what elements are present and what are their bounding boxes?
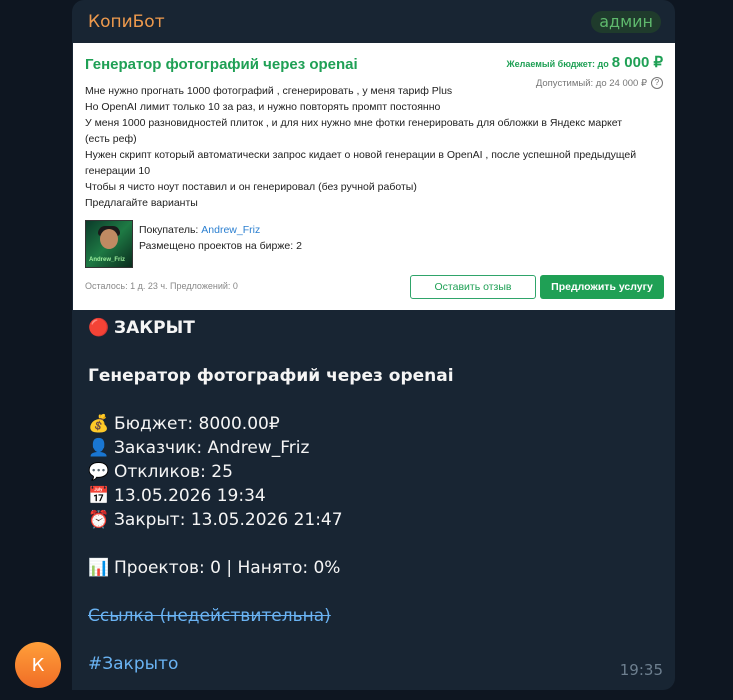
sender-name[interactable]: КопиБот [88, 12, 165, 32]
detail-row: ⏰ Закрыт: 13.05.2026 21:47 [88, 508, 663, 532]
description-line: Предлагайте варианты [85, 197, 198, 209]
message-text: 🔴 ЗАКРЫТ Генератор фотографий через opena… [88, 316, 663, 676]
offer-service-button: Предложить услугу [540, 275, 664, 299]
detail-row: 💬 Откликов: 25 [88, 460, 663, 484]
detail-text: 13.05.2026 19:34 [114, 486, 266, 506]
detail-row: 📅 13.05.2026 19:34 [88, 484, 663, 508]
hashtag-closed[interactable]: #Закрыто [88, 652, 178, 676]
chart-icon: 📊 [88, 558, 110, 578]
detail-row: 👤 Заказчик: Andrew_Friz [88, 436, 663, 460]
project-preview-image[interactable]: Генератор фотографий через openai Желаем… [73, 43, 675, 310]
description-line: генерации 10 [85, 165, 151, 177]
calendar-icon: 📅 [88, 486, 110, 506]
buyer-avatar: Andrew_Friz [85, 220, 133, 268]
speech-bubble-icon: 💬 [88, 462, 110, 482]
projects-stats: Проектов: 0 | Нанято: 0% [114, 558, 341, 578]
alarm-clock-icon: ⏰ [88, 510, 110, 530]
buyer-label: Покупатель: [139, 224, 202, 236]
avatar-tag: Andrew_Friz [89, 257, 126, 263]
description-line: У меня 1000 разновидностей плиток , и дл… [85, 117, 623, 129]
description-line: Мне нужно прогнать 1000 фотографий , сге… [85, 85, 453, 97]
project-description: Мне нужно прогнать 1000 фотографий , сге… [85, 83, 665, 211]
budget-value: 8 000 ₽ [611, 54, 663, 71]
description-line: (есть реф) [85, 133, 137, 145]
detail-text: Закрыт: 13.05.2026 21:47 [114, 510, 343, 530]
description-line: Но OpenAI лимит только 10 за раз, и нужн… [85, 101, 441, 113]
order-title: Генератор фотографий через openai [88, 366, 454, 386]
avatar-face [100, 229, 118, 249]
sender-avatar[interactable]: К [15, 642, 61, 688]
buyer-link: Andrew_Friz [201, 224, 261, 236]
budget-block: Желаемый бюджет: до 8 000 ₽ [507, 53, 663, 72]
detail-text: Откликов: 25 [114, 462, 233, 482]
status-text: ЗАКРЫТ [114, 318, 195, 338]
budget-label: Желаемый бюджет: до [506, 59, 609, 69]
detail-text: Бюджет: 8000.00₽ [114, 414, 280, 434]
project-title: Генератор фотографий через openai [85, 56, 358, 73]
admin-badge: админ [591, 11, 661, 33]
description-line: Нужен скрипт который автоматически запро… [85, 149, 637, 161]
project-meta: Осталось: 1 д. 23 ч. Предложений: 0 [85, 281, 238, 291]
red-circle-icon: 🔴 [88, 318, 110, 338]
detail-text: Заказчик: Andrew_Friz [114, 438, 310, 458]
money-bag-icon: 💰 [88, 414, 110, 434]
user-icon: 👤 [88, 438, 110, 458]
buyer-info: Покупатель: Andrew_Friz Размещено проект… [139, 222, 302, 254]
description-line: Чтобы я чисто ноут поставил и он генерир… [85, 181, 417, 193]
invalid-link[interactable]: Ссылка (недействительна) [88, 604, 331, 628]
detail-row: 💰 Бюджет: 8000.00₽ [88, 412, 663, 436]
buyer-projects: Размещено проектов на бирже: 2 [139, 240, 302, 252]
message-time: 19:35 [619, 661, 663, 679]
order-details: 💰 Бюджет: 8000.00₽ 👤 Заказчик: Andrew_Friz 💬… [88, 412, 663, 532]
message-bubble: КопиБот админ Генератор фотографий через… [72, 0, 675, 690]
leave-review-button: Оставить отзыв [410, 275, 536, 299]
